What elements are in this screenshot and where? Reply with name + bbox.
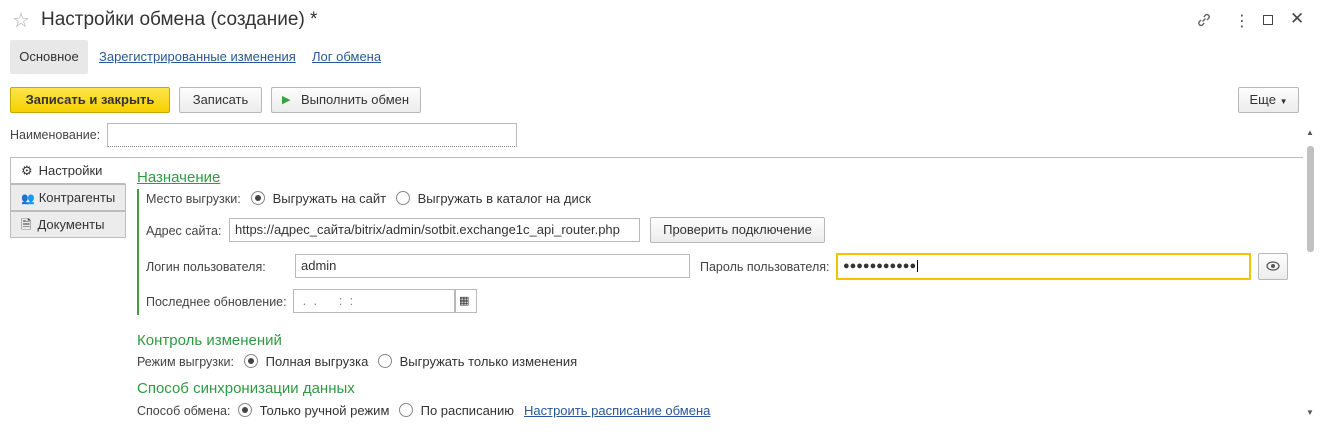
side-tab-contractors[interactable]: 👥 Контрагенты [10,184,126,211]
radio-changes-only-label: Выгружать только изменения [399,354,578,369]
favorite-star-icon[interactable]: ☆ [12,8,30,33]
radio-full-upload-label: Полная выгрузка [265,354,369,369]
radio-changes-only[interactable]: Выгружать только изменения [378,354,577,369]
run-exchange-label: Выполнить обмен [300,92,410,107]
radio-icon [238,403,252,417]
name-label: Наименование: [10,128,101,142]
password-input[interactable]: ●●●●●●●●●●● [836,253,1251,280]
login-label: Логин пользователя: [146,260,266,274]
radio-manual-mode-label: Только ручной режим [259,403,390,418]
configure-schedule-link[interactable]: Настроить расписание обмена [524,403,710,418]
upload-place-label: Место выгрузки: [146,192,241,206]
window-title: Настройки обмена (создание) * [41,9,318,30]
radio-icon [378,354,392,368]
last-update-label: Последнее обновление: [146,295,287,309]
tab-registered-changes[interactable]: Зарегистрированные изменения [99,40,296,74]
users-icon: 👥 [21,193,35,205]
more-vertical-icon[interactable]: ⋮ [1234,11,1250,31]
password-value: ●●●●●●●●●●● [843,260,917,272]
check-connection-button[interactable]: Проверить подключение [650,217,825,243]
side-tab-contractors-label: Контрагенты [38,190,116,205]
radio-icon [244,354,258,368]
calendar-icon: ▦ [459,295,470,307]
site-address-input[interactable]: https://адрес_сайта/bitrix/admin/sotbit.… [229,218,640,242]
side-tab-settings-label: Настройки [38,163,103,178]
tab-exchange-log[interactable]: Лог обмена [312,40,381,74]
side-tab-documents-label: Документы [37,217,105,232]
save-and-close-button[interactable]: Записать и закрыть [10,87,170,113]
sync-section-title: Способ синхронизации данных [137,380,355,397]
radio-schedule-label: По расписанию [420,403,514,418]
name-input[interactable] [107,123,517,147]
more-button[interactable]: Еще ▼ [1238,87,1299,113]
password-label: Пароль пользователя: [700,260,830,274]
content-top-border [125,157,1303,158]
document-icon: 🗎 [21,217,32,232]
link-icon[interactable] [1196,12,1212,31]
eye-icon [1266,261,1280,271]
gear-icon: ⚙ [21,163,33,178]
radio-upload-disk-label: Выгружать в каталог на диск [417,191,591,206]
tab-main[interactable]: Основное [10,40,88,74]
radio-schedule[interactable]: По расписанию [399,403,514,418]
radio-icon [399,403,413,417]
radio-icon [396,191,410,205]
radio-upload-site-label: Выгружать на сайт [272,191,387,206]
login-input[interactable]: admin [295,254,690,278]
site-address-label: Адрес сайта: [146,224,222,238]
show-password-button[interactable] [1258,253,1288,280]
save-button[interactable]: Записать [179,87,262,113]
change-control-section-title: Контроль изменений [137,332,282,349]
scroll-down-icon[interactable]: ▼ [1306,408,1314,417]
calendar-button[interactable]: ▦ [455,289,477,313]
section-marker [137,189,139,315]
last-update-input[interactable]: . . : : [293,289,455,313]
scroll-up-icon[interactable]: ▲ [1306,128,1314,137]
run-exchange-button[interactable]: ▶ Выполнить обмен [271,87,421,113]
play-icon: ▶ [282,94,291,106]
side-tab-documents[interactable]: 🗎 Документы [10,211,126,238]
radio-upload-site[interactable]: Выгружать на сайт [251,191,386,206]
maximize-icon[interactable] [1263,15,1273,25]
radio-manual-mode[interactable]: Только ручной режим [238,403,389,418]
radio-full-upload[interactable]: Полная выгрузка [244,354,368,369]
chevron-down-icon: ▼ [1279,97,1288,106]
radio-upload-disk[interactable]: Выгружать в каталог на диск [396,191,591,206]
exchange-method-label: Способ обмена: [137,404,231,418]
upload-mode-label: Режим выгрузки: [137,355,234,369]
more-label: Еще [1249,92,1276,107]
close-icon[interactable]: ✕ [1290,9,1304,29]
scrollbar-thumb[interactable] [1307,146,1314,252]
radio-icon [251,191,265,205]
destination-section-title[interactable]: Назначение [137,169,220,186]
side-tab-settings[interactable]: ⚙ Настройки [10,157,126,184]
